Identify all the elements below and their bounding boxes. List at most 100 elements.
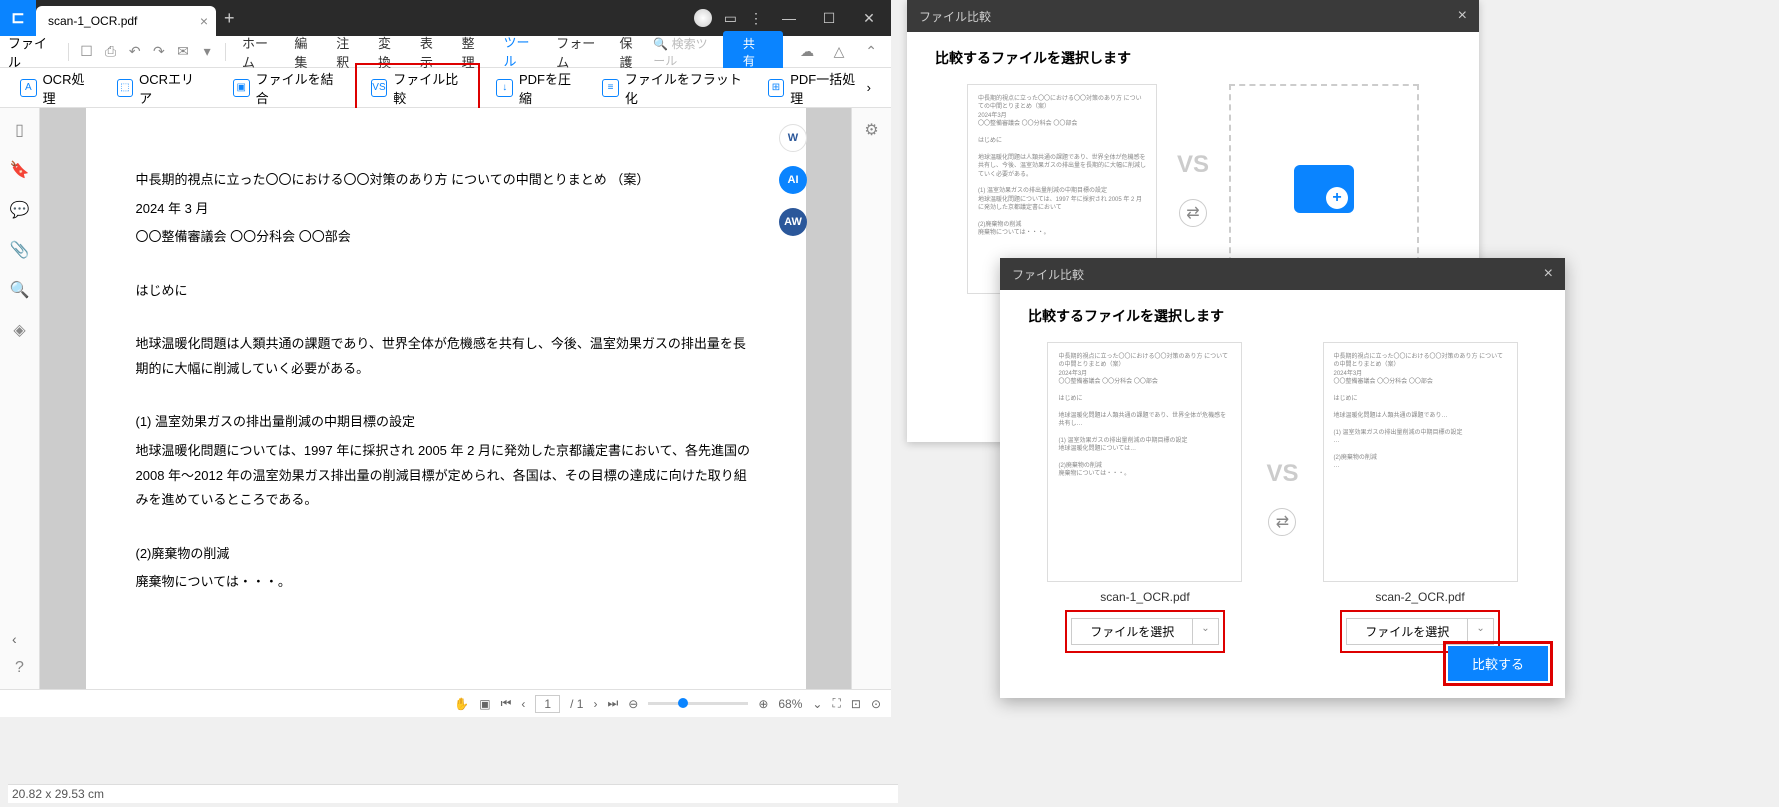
add-tab-icon[interactable]: +: [224, 8, 235, 29]
content-area: ▯ 🔖 💬 📎 🔍 ◈ ? 中長期的視点に立った〇〇における〇〇対策のあり方 に…: [0, 108, 891, 689]
doc-sec1-heading: (1) 温室効果ガスの排出量削減の中期目標の設定: [136, 410, 756, 435]
doc-sec2-body: 廃棄物については・・・。: [136, 570, 756, 595]
zoom-value: 68%: [778, 697, 802, 711]
kebab-menu-icon[interactable]: ⋮: [749, 10, 763, 27]
file2-name: scan-2_OCR.pdf: [1323, 590, 1518, 604]
compress-icon: ↓: [496, 79, 513, 97]
doc-sec2-heading: (2)廃棄物の削減: [136, 542, 756, 567]
first-page-icon[interactable]: ⏮: [501, 696, 512, 711]
pdf-page: 中長期的視点に立った〇〇における〇〇対策のあり方 についての中間とりまとめ （案…: [86, 108, 806, 689]
save-icon[interactable]: ☐: [76, 40, 96, 64]
layers-icon[interactable]: ◈: [13, 320, 25, 340]
word-export-icon[interactable]: W: [779, 124, 807, 152]
undo-icon[interactable]: ↶: [125, 40, 145, 64]
file-preview-1[interactable]: 中長期的視点に立った〇〇における〇〇対策のあり方 についての中間とりまとめ（案）…: [1047, 342, 1242, 582]
flatten-button[interactable]: ≡ファイルをフラット化: [594, 65, 752, 111]
compare-button-wrap: 比較する: [1443, 641, 1553, 686]
right-panel: ⚙: [851, 108, 891, 689]
separator: [68, 43, 69, 61]
dialog-heading: 比較するファイルを選択します: [935, 48, 1451, 68]
user-avatar-icon[interactable]: [694, 9, 712, 27]
thumbnails-icon[interactable]: ▯: [15, 120, 24, 140]
vs-label: VS: [1177, 151, 1209, 179]
zoom-out-icon[interactable]: ⊖: [628, 697, 638, 711]
close-tab-icon[interactable]: ×: [200, 13, 208, 29]
file-preview-2[interactable]: 中長期的視点に立った〇〇における〇〇対策のあり方 についての中間とりまとめ（案）…: [1323, 342, 1518, 582]
bell-icon[interactable]: △: [827, 40, 851, 64]
swap-files-icon[interactable]: ⇄: [1179, 199, 1207, 227]
select-file1-button-wrap: ファイルを選択 ⌄: [1065, 610, 1224, 653]
combine-files-button[interactable]: ▣ファイルを結合: [225, 65, 347, 111]
left-panel: ▯ 🔖 💬 📎 🔍 ◈ ?: [0, 108, 40, 689]
file1-name: scan-1_OCR.pdf: [1047, 590, 1242, 604]
page-input[interactable]: 1: [535, 695, 560, 713]
redo-icon[interactable]: ↷: [149, 40, 169, 64]
maximize-button[interactable]: ☐: [815, 4, 843, 32]
help-icon[interactable]: ?: [15, 659, 24, 677]
collapse-icon[interactable]: ⌃: [859, 40, 883, 64]
titlebar-controls: ▭ ⋮ — ☐ ✕: [694, 4, 891, 32]
ocr-area-icon: ⬚: [117, 79, 134, 97]
select-tool-icon[interactable]: ▣: [479, 697, 490, 711]
cloud-icon[interactable]: ☁: [795, 40, 819, 64]
compare-dialog-front: ファイル比較 × 比較するファイルを選択します 中長期的視点に立った〇〇における…: [1000, 258, 1565, 698]
page-dimensions-label: 20.82 x 29.53 cm: [8, 784, 898, 803]
comments-icon[interactable]: 💬: [10, 200, 30, 220]
word-icon[interactable]: AW: [779, 208, 807, 236]
batch-button[interactable]: ⊞PDF一括処理 ›: [760, 65, 879, 111]
document-tab[interactable]: scan-1_OCR.pdf ×: [36, 6, 216, 36]
flatten-icon: ≡: [602, 79, 619, 97]
zoom-slider[interactable]: [648, 702, 748, 705]
close-dialog-icon[interactable]: ×: [1544, 265, 1553, 283]
bookmarks-icon[interactable]: 🔖: [10, 160, 30, 180]
compare-button[interactable]: 比較する: [1448, 646, 1548, 681]
search-tools-input[interactable]: 🔍 検索ツール: [653, 35, 719, 69]
select-file1-dropdown[interactable]: ⌄: [1193, 618, 1218, 645]
ocr-button[interactable]: AOCR処理: [12, 65, 101, 111]
hand-tool-icon[interactable]: ✋: [454, 697, 469, 711]
next-page-icon[interactable]: ›: [593, 697, 597, 711]
close-dialog-icon[interactable]: ×: [1458, 7, 1467, 25]
last-page-icon[interactable]: ⏭: [607, 696, 618, 711]
close-window-button[interactable]: ✕: [855, 4, 883, 32]
fit-width-icon[interactable]: ⛶: [832, 696, 840, 711]
compare-files-button[interactable]: VSファイル比較: [355, 63, 481, 113]
search-icon[interactable]: 🔍: [10, 280, 30, 300]
print-icon[interactable]: ⎙: [101, 40, 121, 64]
minimize-button[interactable]: —: [775, 4, 803, 32]
compress-button[interactable]: ↓PDFを圧縮: [488, 65, 586, 111]
fit-page-icon[interactable]: ⊡: [851, 697, 861, 711]
doc-date: 2024 年 3 月: [136, 197, 756, 222]
vs-label: VS: [1266, 460, 1298, 488]
mail-icon[interactable]: ✉: [173, 40, 193, 64]
prev-page-icon[interactable]: ‹: [521, 697, 525, 711]
chat-icon[interactable]: ▭: [724, 10, 737, 27]
dialog-title: ファイル比較: [1012, 266, 1084, 283]
attachments-icon[interactable]: 📎: [10, 240, 30, 260]
document-viewport[interactable]: 中長期的視点に立った〇〇における〇〇対策のあり方 についての中間とりまとめ （案…: [40, 108, 851, 689]
add-file-icon: [1294, 165, 1354, 213]
collapse-left-icon[interactable]: ‹: [12, 631, 17, 647]
floating-tools: W AI AW: [779, 124, 807, 236]
fullscreen-icon[interactable]: ⊙: [871, 697, 881, 711]
dialog-title: ファイル比較: [919, 8, 991, 25]
doc-council: 〇〇整備審議会 〇〇分科会 〇〇部会: [136, 225, 756, 250]
dialog-heading: 比較するファイルを選択します: [1028, 306, 1537, 326]
pdf-editor-window: ⊏ scan-1_OCR.pdf × + ▭ ⋮ — ☐ ✕ ファイル ☐ ⎙ …: [0, 0, 891, 717]
select-file1-button[interactable]: ファイルを選択: [1071, 618, 1193, 645]
dropdown-icon[interactable]: ▾: [197, 40, 217, 64]
swap-files-icon[interactable]: ⇄: [1268, 508, 1296, 536]
doc-sec1-body: 地球温暖化問題については、1997 年に採択され 2005 年 2 月に発効した…: [136, 439, 756, 513]
dialog-titlebar: ファイル比較 ×: [907, 0, 1479, 32]
doc-title: 中長期的視点に立った〇〇における〇〇対策のあり方 についての中間とりまとめ （案…: [136, 168, 756, 193]
statusbar: ✋ ▣ ⏮ ‹ 1 / 1 › ⏭ ⊖ ⊕ 68% ⌄ ⛶ ⊡ ⊙: [0, 689, 891, 717]
chevron-down-icon[interactable]: ⌄: [812, 697, 822, 711]
ai-assistant-icon[interactable]: AI: [779, 166, 807, 194]
doc-intro-body: 地球温暖化問題は人類共通の課題であり、世界全体が危機感を共有し、今後、温室効果ガ…: [136, 332, 756, 381]
settings-sliders-icon[interactable]: ⚙: [864, 120, 878, 140]
ocr-area-button[interactable]: ⬚OCRエリア: [109, 65, 209, 111]
tools-toolbar: AOCR処理 ⬚OCRエリア ▣ファイルを結合 VSファイル比較 ↓PDFを圧縮…: [0, 68, 891, 108]
chevron-right-icon: ›: [867, 80, 871, 95]
compare-icon: VS: [371, 79, 388, 97]
zoom-in-icon[interactable]: ⊕: [758, 697, 768, 711]
